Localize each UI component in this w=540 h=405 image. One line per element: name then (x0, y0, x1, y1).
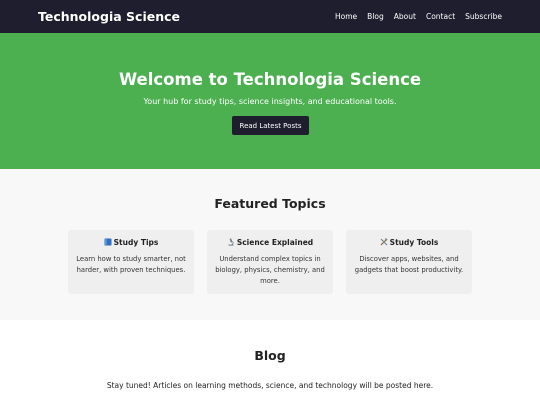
card-description: Learn how to study smarter, not harder, … (76, 255, 186, 274)
card-title-row: Study Tips (74, 238, 188, 247)
brand-title[interactable]: Technologia Science (38, 9, 180, 24)
microscope-icon (228, 238, 234, 246)
nav-links: Home Blog About Contact Subscribe (335, 12, 502, 21)
hero-section: Welcome to Technologia Science Your hub … (0, 33, 540, 169)
blog-title: Blog (254, 348, 286, 363)
navbar: Technologia Science Home Blog About Cont… (0, 0, 540, 33)
card-title-row: Science Explained (213, 238, 327, 247)
card-title: Science Explained (236, 238, 314, 247)
card-title-row: Study Tools (352, 238, 466, 247)
featured-topics-title: Featured Topics (214, 196, 326, 211)
hero-title: Welcome to Technologia Science (118, 70, 422, 89)
featured-topics-section: Featured Topics Study Tips Learn how to … (0, 169, 540, 320)
topic-card-science-explained: Science Explained Understand complex top… (207, 230, 333, 294)
nav-link-blog[interactable]: Blog (367, 12, 384, 21)
hero-subtitle: Your hub for study tips, science insight… (143, 97, 397, 106)
nav-link-subscribe[interactable]: Subscribe (465, 12, 502, 21)
book-icon (104, 238, 112, 246)
card-title: Study Tips (113, 238, 159, 247)
topic-card-study-tips: Study Tips Learn how to study smarter, n… (68, 230, 194, 294)
card-description: Understand complex topics in biology, ph… (215, 255, 325, 285)
read-latest-posts-button[interactable]: Read Latest Posts (232, 116, 309, 135)
card-title: Study Tools (389, 238, 439, 247)
tools-icon (380, 238, 388, 246)
nav-link-contact[interactable]: Contact (426, 12, 455, 21)
card-description: Discover apps, websites, and gadgets tha… (354, 255, 464, 274)
blog-placeholder-text: Stay tuned! Articles on learning methods… (106, 381, 434, 390)
topic-card-study-tools: Study Tools Discover apps, websites, and… (346, 230, 472, 294)
nav-link-about[interactable]: About (394, 12, 416, 21)
nav-link-home[interactable]: Home (335, 12, 357, 21)
